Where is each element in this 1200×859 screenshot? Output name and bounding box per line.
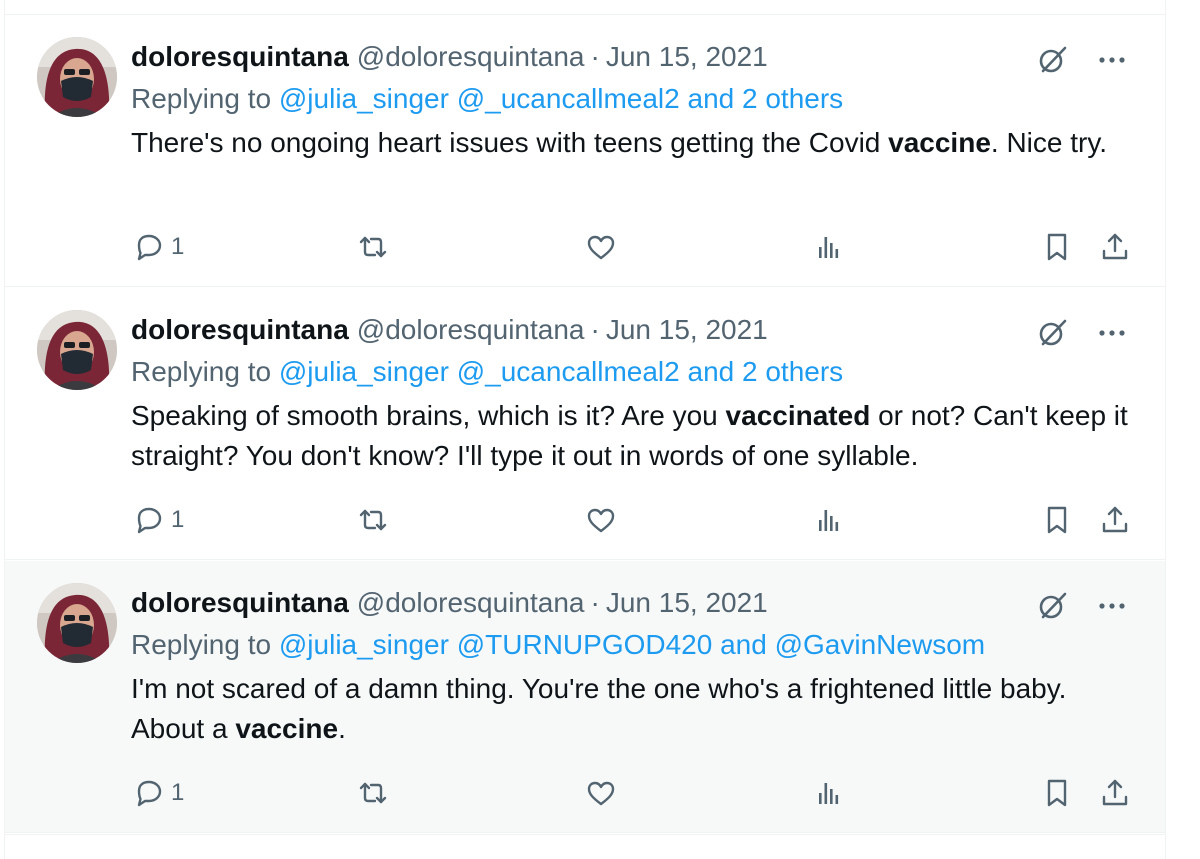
views-icon bbox=[819, 510, 839, 531]
mention-link[interactable]: @TURNUPGOD420 bbox=[457, 629, 713, 660]
tweet-text-part: There's no ongoing heart issues with tee… bbox=[131, 127, 889, 158]
replying-prefix: Replying to bbox=[131, 356, 272, 387]
retweet-button[interactable] bbox=[357, 227, 389, 267]
tweet-text: Speaking of smooth brains, which is it? … bbox=[131, 396, 1131, 476]
tweet-date[interactable]: Jun 15, 2021 bbox=[606, 314, 768, 345]
divider bbox=[5, 834, 1165, 835]
retweet-button[interactable] bbox=[357, 500, 389, 540]
replying-prefix: Replying to bbox=[131, 629, 272, 660]
grok-icon[interactable] bbox=[1035, 589, 1069, 623]
views-icon bbox=[819, 783, 839, 804]
highlighted-term: vaccine bbox=[888, 127, 991, 158]
highlighted-term: vaccine bbox=[235, 713, 339, 744]
reply-button[interactable]: 1 bbox=[133, 227, 184, 267]
like-icon bbox=[587, 235, 615, 260]
more-icon[interactable] bbox=[1095, 316, 1129, 350]
avatar[interactable] bbox=[37, 37, 117, 117]
bookmark-button[interactable] bbox=[1041, 773, 1073, 813]
mention-link[interactable]: @julia_singer bbox=[279, 629, 449, 660]
user-handle[interactable]: @doloresquintana bbox=[357, 314, 585, 345]
share-icon bbox=[1102, 506, 1128, 533]
user-handle[interactable]: @doloresquintana bbox=[357, 41, 585, 72]
tweet-feed: doloresquintana @doloresquintana · Jun 15, … bbox=[4, 0, 1166, 859]
reply-button[interactable]: 1 bbox=[133, 773, 184, 813]
retweet-icon bbox=[359, 509, 387, 531]
bookmark-icon bbox=[1047, 506, 1067, 534]
like-button[interactable] bbox=[585, 500, 617, 540]
reply-button[interactable]: 1 bbox=[133, 500, 184, 540]
retweet-button[interactable] bbox=[357, 773, 389, 813]
tweet[interactable]: doloresquintana @doloresquintana · Jun 15, … bbox=[5, 15, 1165, 287]
views-icon bbox=[819, 237, 839, 258]
tweet[interactable]: doloresquintana @doloresquintana · Jun 15, … bbox=[5, 561, 1165, 833]
bookmark-button[interactable] bbox=[1041, 227, 1073, 267]
tweet-date[interactable]: Jun 15, 2021 bbox=[606, 587, 768, 618]
like-icon bbox=[587, 781, 615, 806]
reply-count: 1 bbox=[171, 779, 185, 806]
separator: · bbox=[590, 314, 600, 345]
replying-to: Replying to @julia_singer @_ucancallmeal… bbox=[131, 81, 843, 117]
tweet-text-part: . Nice try. bbox=[990, 127, 1108, 158]
bookmark-icon bbox=[1047, 233, 1067, 261]
tweet-date[interactable]: Jun 15, 2021 bbox=[606, 41, 768, 72]
replying-prefix: Replying to bbox=[131, 83, 272, 114]
reply-icon bbox=[137, 507, 162, 534]
tweet-actions: 1 bbox=[129, 500, 1139, 540]
tweet-header: doloresquintana @doloresquintana · Jun 15, … bbox=[131, 39, 768, 75]
bookmark-icon bbox=[1047, 779, 1067, 807]
grok-icon[interactable] bbox=[1035, 316, 1069, 350]
display-name[interactable]: doloresquintana bbox=[131, 314, 349, 345]
highlighted-term: vaccinated bbox=[725, 400, 871, 431]
others-link[interactable]: and @GavinNewsom bbox=[720, 629, 985, 660]
others-link[interactable]: and 2 others bbox=[688, 83, 844, 114]
retweet-icon bbox=[359, 236, 387, 258]
share-button[interactable] bbox=[1099, 227, 1131, 267]
tweet-text: I'm not scared of a damn thing. You're t… bbox=[131, 669, 1131, 749]
replying-to: Replying to @julia_singer @TURNUPGOD420 … bbox=[131, 627, 985, 663]
views-button[interactable] bbox=[813, 500, 845, 540]
mention-link[interactable]: @_ucancallmeal2 bbox=[457, 83, 680, 114]
bookmark-button[interactable] bbox=[1041, 500, 1073, 540]
user-handle[interactable]: @doloresquintana bbox=[357, 587, 585, 618]
like-icon bbox=[587, 508, 615, 533]
avatar[interactable] bbox=[37, 583, 117, 663]
replying-to: Replying to @julia_singer @_ucancallmeal… bbox=[131, 354, 843, 390]
mention-link[interactable]: @_ucancallmeal2 bbox=[457, 356, 680, 387]
tweet-header: doloresquintana @doloresquintana · Jun 15, … bbox=[131, 312, 768, 348]
separator: · bbox=[590, 41, 600, 72]
avatar[interactable] bbox=[37, 310, 117, 390]
reply-count: 1 bbox=[171, 233, 185, 260]
like-button[interactable] bbox=[585, 227, 617, 267]
share-icon bbox=[1102, 233, 1128, 260]
share-button[interactable] bbox=[1099, 773, 1131, 813]
display-name[interactable]: doloresquintana bbox=[131, 41, 349, 72]
reply-icon bbox=[137, 234, 162, 261]
tweet-text-part: . bbox=[338, 713, 346, 744]
tweet-actions: 1 bbox=[129, 773, 1139, 813]
reply-icon bbox=[137, 780, 162, 807]
mention-link[interactable]: @julia_singer bbox=[279, 356, 449, 387]
more-icon[interactable] bbox=[1095, 589, 1129, 623]
tweet-header: doloresquintana @doloresquintana · Jun 15, … bbox=[131, 585, 768, 621]
display-name[interactable]: doloresquintana bbox=[131, 587, 349, 618]
share-icon bbox=[1102, 779, 1128, 806]
tweet-text-part: Speaking of smooth brains, which is it? … bbox=[131, 400, 726, 431]
others-link[interactable]: and 2 others bbox=[688, 356, 844, 387]
views-button[interactable] bbox=[813, 773, 845, 813]
tweet-text: There's no ongoing heart issues with tee… bbox=[131, 123, 1131, 163]
like-button[interactable] bbox=[585, 773, 617, 813]
tweet-actions: 1 bbox=[129, 227, 1139, 267]
tweet[interactable]: doloresquintana @doloresquintana · Jun 15, … bbox=[5, 288, 1165, 560]
separator: · bbox=[590, 587, 600, 618]
reply-count: 1 bbox=[171, 506, 185, 533]
retweet-icon bbox=[359, 782, 387, 804]
views-button[interactable] bbox=[813, 227, 845, 267]
more-icon[interactable] bbox=[1095, 43, 1129, 77]
mention-link[interactable]: @julia_singer bbox=[279, 83, 449, 114]
share-button[interactable] bbox=[1099, 500, 1131, 540]
grok-icon[interactable] bbox=[1035, 43, 1069, 77]
